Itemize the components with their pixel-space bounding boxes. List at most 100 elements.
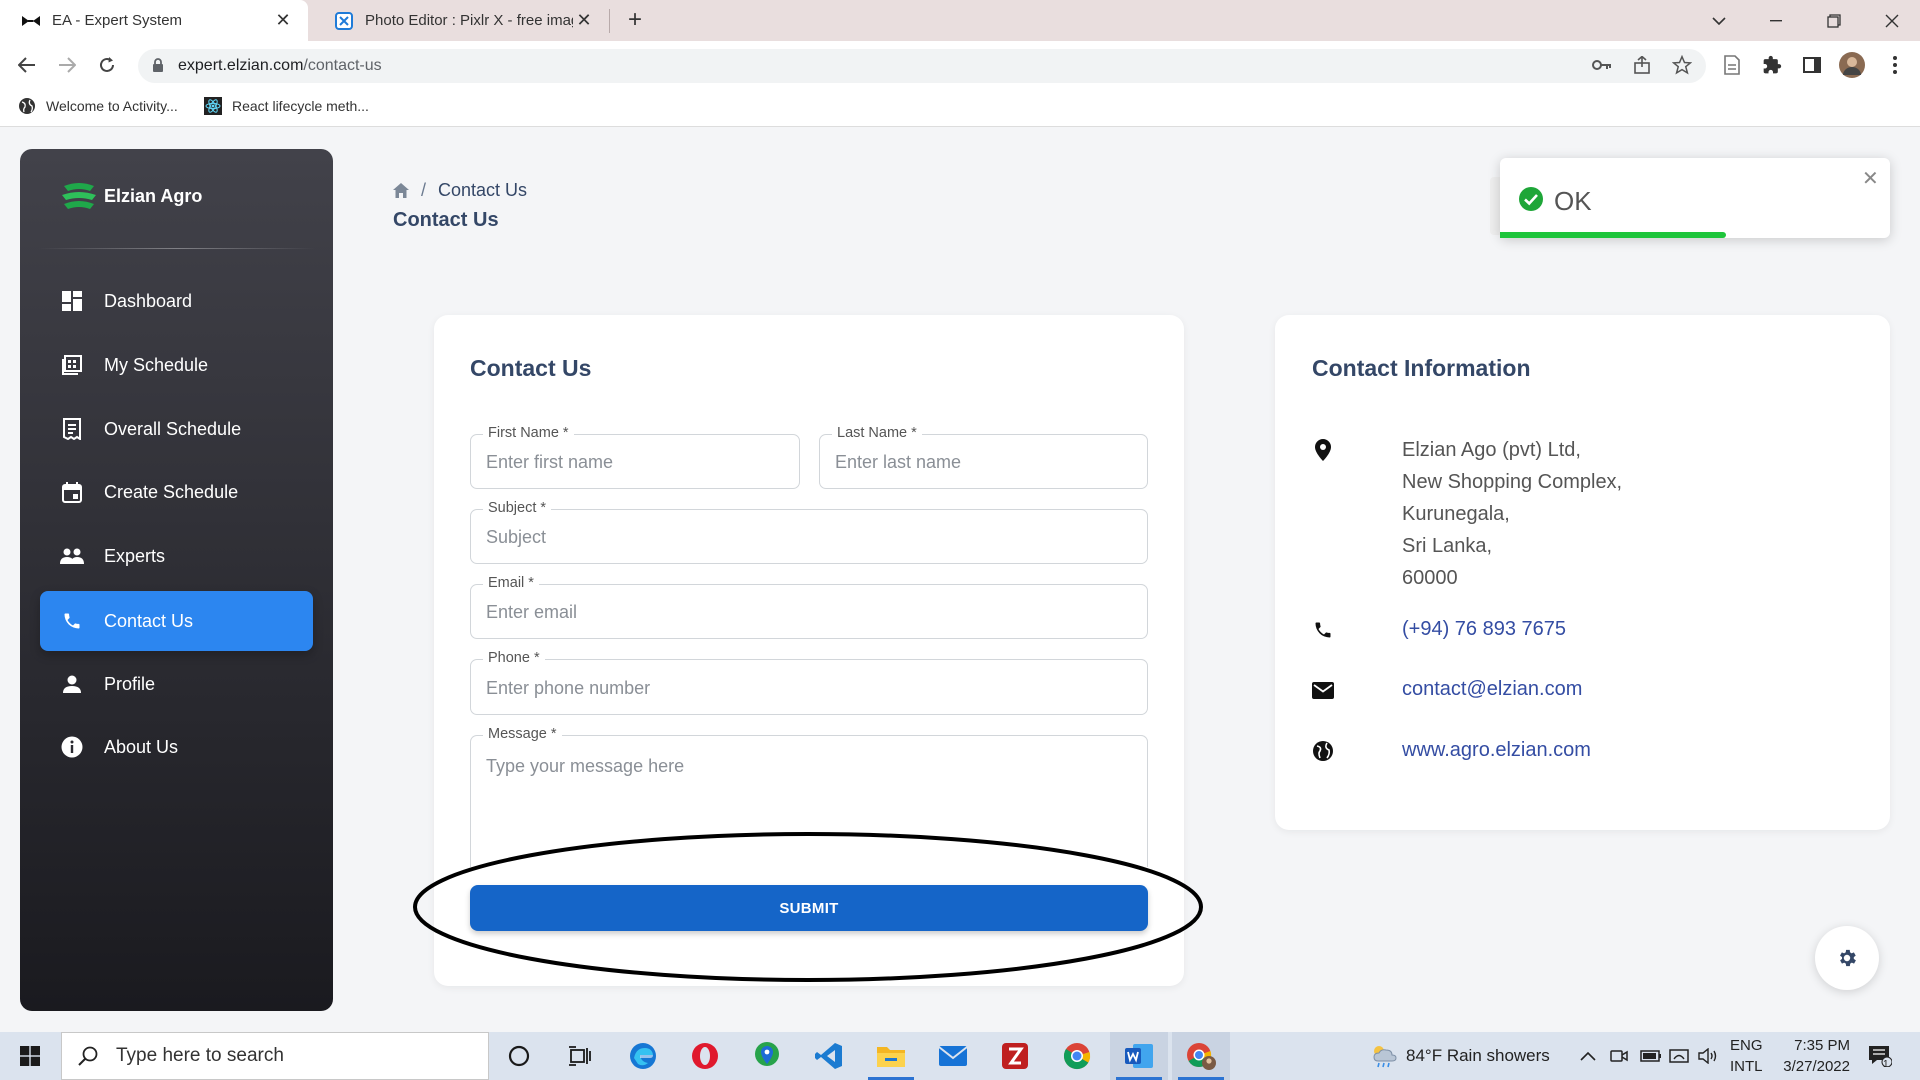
search-placeholder: Type here to search (116, 1045, 284, 1066)
folder-icon (876, 1043, 906, 1069)
globe-icon (18, 97, 36, 115)
cortana-button[interactable] (490, 1032, 548, 1080)
breadcrumb-current: Contact Us (438, 180, 528, 200)
toast-notification: OK ✕ (1500, 158, 1890, 238)
network-icon[interactable] (1669, 1032, 1689, 1080)
taskbar-mail[interactable] (924, 1032, 982, 1080)
sidebar-item-profile[interactable]: Profile (40, 654, 313, 714)
taskbar-edge[interactable] (614, 1032, 672, 1080)
brand[interactable]: Elzian Agro (60, 178, 202, 214)
sidebar-item-experts[interactable]: Experts (40, 526, 313, 586)
field-label: Last Name * (832, 425, 922, 441)
taskbar-word[interactable] (1110, 1032, 1168, 1080)
last-name-field[interactable]: Last Name * Enter last name (819, 425, 1148, 489)
first-name-field[interactable]: First Name * Enter first name (470, 425, 800, 489)
field-placeholder: Enter phone number (486, 678, 651, 698)
close-window-button[interactable] (1868, 0, 1916, 41)
task-view-button[interactable] (551, 1032, 609, 1080)
field-label: Subject * (483, 500, 552, 516)
key-icon[interactable] (1590, 53, 1614, 77)
close-tab-icon[interactable]: ✕ (573, 10, 595, 32)
subject-field[interactable]: Subject * Subject (470, 500, 1148, 564)
email-field[interactable]: Email * Enter email (470, 575, 1148, 639)
phone-field[interactable]: Phone * Enter phone number (470, 650, 1148, 715)
field-label: First Name * (483, 425, 574, 441)
contact-info-title: Contact Information (1312, 355, 1531, 381)
system-clock[interactable]: 7:35 PM 3/27/2022 (1770, 1035, 1850, 1077)
share-icon[interactable] (1630, 53, 1654, 77)
bookmark-react-lifecycle[interactable]: React lifecycle meth... (204, 97, 369, 115)
sidebar-item-dashboard[interactable]: Dashboard (40, 271, 313, 331)
meet-now-icon[interactable] (1610, 1032, 1628, 1080)
taskbar-vscode[interactable] (800, 1032, 858, 1080)
contact-website-link[interactable]: www.agro.elzian.com (1402, 739, 1591, 762)
sidebar-item-create-schedule[interactable]: Create Schedule (40, 462, 313, 522)
sidebar-item-about-us[interactable]: About Us (40, 717, 313, 777)
settings-button[interactable] (1815, 926, 1879, 990)
contact-phone-link[interactable]: (+94) 76 893 7675 (1402, 618, 1566, 641)
ea-favicon-icon (22, 12, 40, 30)
close-tab-icon[interactable]: ✕ (272, 10, 294, 32)
menu-icon[interactable] (1883, 53, 1907, 77)
home-icon[interactable] (393, 183, 409, 198)
taskbar-filezilla[interactable] (986, 1032, 1044, 1080)
phone-icon (1311, 618, 1335, 642)
person-icon (60, 672, 84, 696)
taskbar-opera[interactable] (676, 1032, 734, 1080)
message-textarea[interactable]: Message * Type your message here (470, 726, 1148, 867)
taskbar-chrome-profile[interactable] (1172, 1032, 1230, 1080)
extensions-icon[interactable] (1760, 53, 1784, 77)
toast-close-icon[interactable]: ✕ (1862, 166, 1879, 191)
address-line: New Shopping Complex, (1402, 471, 1623, 493)
tab-search-icon[interactable] (1695, 0, 1743, 41)
sidebar-item-label: Profile (104, 673, 156, 694)
url-text: expert.elzian.com/contact-us (178, 57, 382, 74)
field-label: Email * (483, 575, 539, 591)
globe-icon (1311, 739, 1335, 763)
tab-title: Photo Editor : Pixlr X - free image (365, 12, 573, 29)
field-placeholder: Type your message here (486, 756, 685, 776)
notification-center[interactable]: 1 (1868, 1032, 1892, 1080)
address-line: Sri Lanka, (1402, 535, 1493, 557)
sidebar-item-my-schedule[interactable]: My Schedule (40, 335, 313, 395)
receipt-icon (60, 417, 84, 441)
start-button[interactable] (0, 1032, 60, 1080)
address-bar[interactable]: expert.elzian.com/contact-us (138, 49, 1706, 83)
reload-button[interactable] (93, 51, 121, 79)
show-hidden-icons[interactable] (1580, 1032, 1596, 1080)
input-language[interactable]: ENG INTL (1730, 1035, 1763, 1077)
weather-widget[interactable]: 84°F Rain showers (1370, 1032, 1550, 1080)
taskbar-maps[interactable] (738, 1032, 796, 1080)
tab-separator (609, 9, 610, 33)
taskbar-chrome[interactable] (1048, 1032, 1106, 1080)
profile-avatar[interactable] (1838, 51, 1866, 79)
info-icon (60, 735, 84, 759)
dashboard-icon (60, 289, 84, 313)
field-placeholder: Subject (486, 527, 547, 547)
battery-icon[interactable] (1640, 1032, 1662, 1080)
star-icon[interactable] (1670, 53, 1694, 77)
submit-button[interactable]: SUBMIT (470, 885, 1148, 931)
forward-button[interactable] (53, 51, 81, 79)
volume-icon[interactable] (1698, 1032, 1718, 1080)
mail-app-icon (938, 1044, 968, 1068)
back-button[interactable] (13, 51, 41, 79)
sidebar-item-label: About Us (104, 736, 179, 757)
sidebar-item-contact-us[interactable]: Contact Us (40, 591, 313, 651)
new-tab-button[interactable]: + (622, 8, 648, 34)
restore-button[interactable] (1810, 0, 1858, 41)
taskbar-file-explorer[interactable] (862, 1032, 920, 1080)
tab-ea-expert-system[interactable]: EA - Expert System ✕ (0, 0, 308, 41)
sidebar-item-overall-schedule[interactable]: Overall Schedule (40, 399, 313, 459)
contact-email-link[interactable]: contact@elzian.com (1402, 678, 1582, 701)
minimize-button[interactable] (1752, 0, 1800, 41)
breadcrumb: / Contact Us (393, 180, 527, 201)
tab-pixlr[interactable]: Photo Editor : Pixlr X - free image ✕ (313, 0, 609, 41)
reading-list-icon[interactable] (1720, 53, 1744, 77)
lang-line2: INTL (1730, 1058, 1763, 1075)
check-circle-icon (1518, 186, 1544, 212)
taskbar-search-box[interactable]: Type here to search (61, 1032, 489, 1080)
bookmark-activity[interactable]: Welcome to Activity... (18, 97, 178, 115)
side-panel-icon[interactable] (1800, 53, 1824, 77)
chrome-profile-icon (1185, 1041, 1217, 1071)
